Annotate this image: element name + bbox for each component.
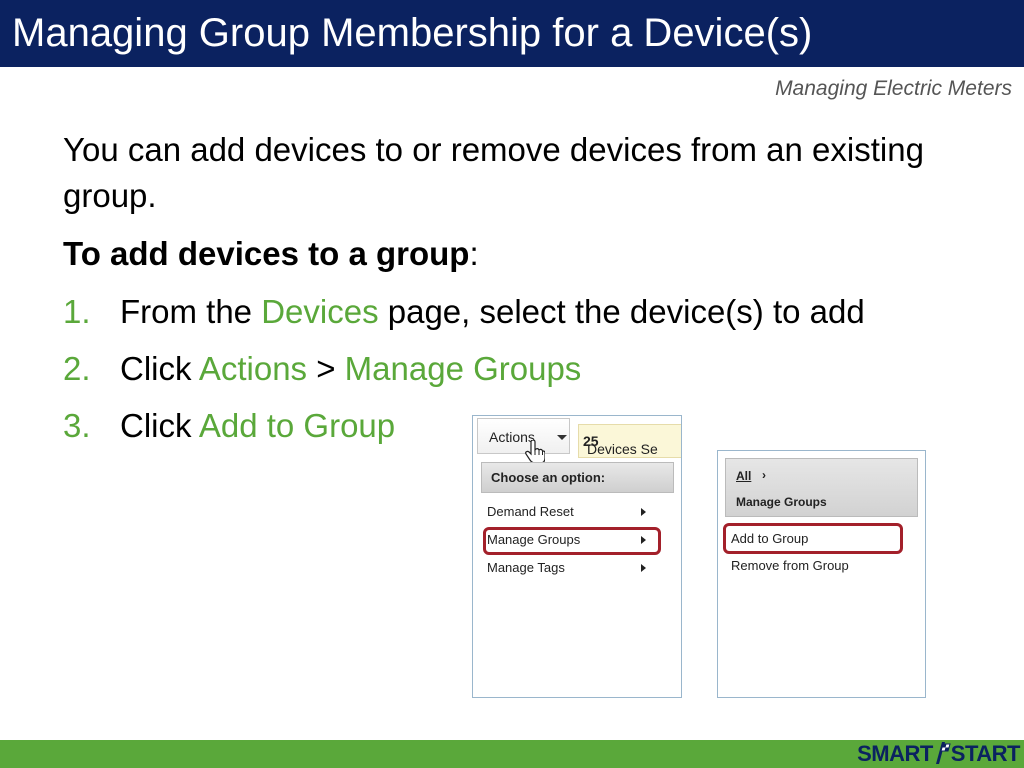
highlight-box-manage-groups: [483, 527, 661, 555]
manage-groups-screenshot: All › Manage Groups Add to Group Remove …: [717, 450, 926, 698]
devices-label: Devices Se: [587, 441, 658, 457]
menu-item-manage-tags[interactable]: Manage Tags: [487, 560, 647, 575]
procedure-heading: To add devices to a group:: [63, 231, 963, 277]
option-remove-from-group[interactable]: Remove from Group: [731, 558, 849, 573]
step-text: From the Devices page, select the device…: [120, 289, 865, 335]
step-text-pre: Click: [120, 350, 199, 387]
step-text: Click Actions > Manage Groups: [120, 346, 581, 392]
menu-item-label: Demand Reset: [487, 504, 574, 519]
chevron-right-icon: [641, 564, 646, 572]
add-to-group-link: Add to Group: [198, 407, 396, 444]
actions-button[interactable]: Actions: [477, 418, 570, 454]
chevron-down-icon: [557, 435, 567, 440]
smartstart-logo: SMART START: [857, 742, 1020, 766]
menu-item-label: Manage Tags: [487, 560, 565, 575]
breadcrumb-all-link[interactable]: All: [736, 469, 751, 483]
footer-bar: SMART START: [0, 740, 1024, 768]
breadcrumb-separator: ›: [762, 468, 766, 482]
devices-selected-text: 25 Devices Se: [583, 433, 658, 457]
menu-header: Choose an option:: [481, 462, 674, 493]
breadcrumb-title: Manage Groups: [736, 495, 827, 509]
breadcrumb: All › Manage Groups: [725, 458, 918, 517]
checkered-flag-icon: [935, 742, 951, 764]
step-number: 3.: [63, 407, 91, 444]
hand-cursor-icon: [525, 440, 545, 464]
logo-text-left: SMART: [857, 741, 933, 766]
step-text-pre: From the: [120, 293, 262, 330]
procedure-heading-colon: :: [469, 235, 479, 272]
step-number: 1.: [63, 293, 91, 330]
manage-groups-link: Manage Groups: [344, 350, 582, 387]
actions-menu-screenshot: Actions 25 Devices Se Choose an option: …: [472, 415, 682, 698]
menu-item-demand-reset[interactable]: Demand Reset: [487, 504, 647, 519]
logo-text-right: START: [950, 741, 1021, 766]
step-text: Click Add to Group: [120, 403, 395, 449]
intro-paragraph: You can add devices to or remove devices…: [63, 131, 924, 214]
menu-header-label: Choose an option:: [491, 470, 606, 485]
actions-link: Actions: [198, 350, 308, 387]
title-bar: Managing Group Membership for a Device(s…: [0, 0, 1024, 67]
step-separator: >: [307, 350, 345, 387]
devices-link: Devices: [261, 293, 379, 330]
step-text-pre: Click: [120, 407, 199, 444]
section-subtitle: Managing Electric Meters: [775, 77, 1012, 100]
chevron-right-icon: [641, 508, 646, 516]
step-text-post: page, select the device(s) to add: [378, 293, 865, 330]
highlight-box-add-to-group: [723, 523, 903, 554]
step-number: 2.: [63, 350, 91, 387]
procedure-heading-text: To add devices to a group: [63, 235, 470, 272]
slide-title: Managing Group Membership for a Device(s…: [12, 11, 813, 55]
devices-selected-bar: 25 Devices Se: [578, 424, 681, 458]
